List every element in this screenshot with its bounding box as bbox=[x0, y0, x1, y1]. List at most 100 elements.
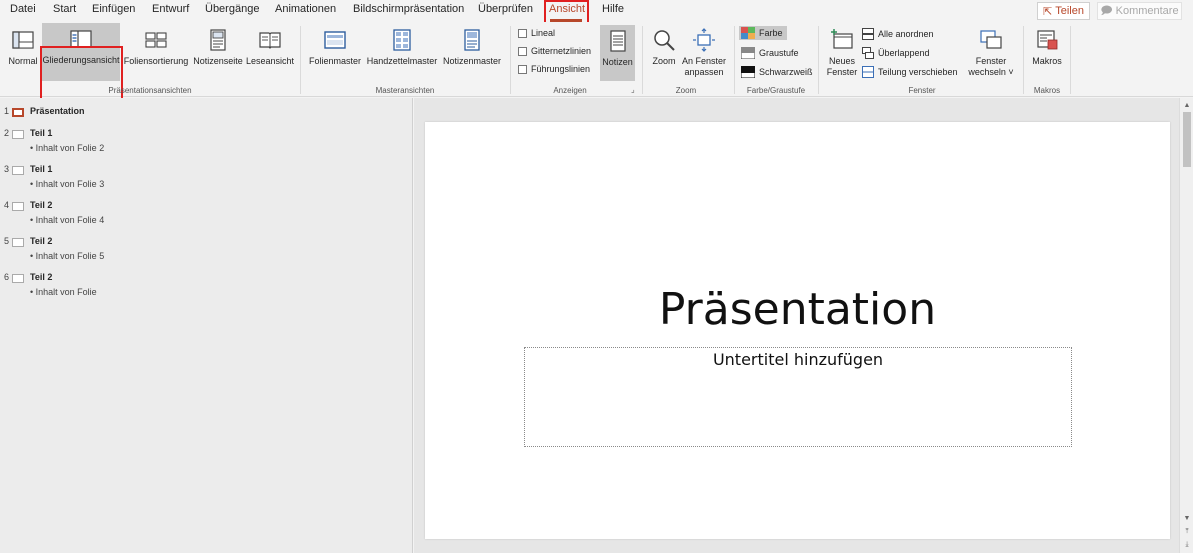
group-label-zoom: Zoom bbox=[675, 86, 697, 95]
outline-bullet[interactable]: • Inhalt von Folie bbox=[30, 287, 97, 297]
notes-master-button[interactable]: Notizenmaster bbox=[441, 24, 503, 67]
switch-window-icon bbox=[980, 30, 1002, 49]
tab-entwurf[interactable]: Entwurf bbox=[152, 3, 189, 15]
outline-slide-title[interactable]: Teil 2 bbox=[30, 272, 52, 282]
gridlines-checkbox[interactable]: Gitternetzlinien bbox=[518, 46, 591, 56]
guides-checkbox-box[interactable] bbox=[518, 64, 527, 74]
tab-start[interactable]: Start bbox=[53, 3, 76, 15]
outline-bullet[interactable]: • Inhalt von Folie 5 bbox=[30, 251, 104, 261]
move-split-button[interactable]: Teilung verschieben bbox=[862, 66, 958, 78]
outline-slide-number: 5 bbox=[4, 236, 10, 246]
gridlines-label: Gitternetzlinien bbox=[531, 46, 592, 56]
guides-checkbox[interactable]: Führungslinien bbox=[518, 64, 590, 74]
reading-view-label: Leseansicht bbox=[245, 56, 295, 66]
ribbon: Normal Gliederungsansicht Foliensortieru… bbox=[0, 22, 1193, 104]
macros-icon bbox=[1037, 30, 1058, 50]
normal-view-button[interactable]: Normal bbox=[6, 24, 40, 67]
ribbon-separator bbox=[1070, 26, 1071, 94]
slide-master-label: Folienmaster bbox=[308, 56, 362, 66]
normal-view-icon bbox=[12, 31, 34, 49]
outline-slide-number: 1 bbox=[4, 106, 10, 116]
reading-view-icon bbox=[259, 32, 281, 49]
macros-label: Makros bbox=[1032, 56, 1062, 66]
macros-button[interactable]: Makros bbox=[1030, 24, 1064, 67]
notes-icon bbox=[609, 30, 626, 52]
notes-page-button[interactable]: Notizenseite bbox=[192, 24, 244, 67]
scroll-down-icon[interactable]: ▼ bbox=[1180, 513, 1193, 525]
share-button[interactable]: ⇱ Teilen bbox=[1037, 2, 1090, 20]
outline-bullet[interactable]: • Inhalt von Folie 3 bbox=[30, 179, 104, 189]
slide-master-button[interactable]: Folienmaster bbox=[307, 24, 363, 67]
fit-to-window-button[interactable]: An Fenster anpassen bbox=[681, 24, 727, 78]
notes-button[interactable]: Notizen bbox=[600, 25, 635, 81]
slide-thumbnail-icon bbox=[12, 202, 24, 211]
tab-hilfe[interactable]: Hilfe bbox=[602, 3, 624, 15]
subtitle-placeholder[interactable]: Untertitel hinzufügen bbox=[524, 347, 1072, 447]
scrollbar-thumb[interactable] bbox=[1183, 112, 1191, 167]
tab-ueberpruefen[interactable]: Überprüfen bbox=[478, 3, 533, 15]
switch-window-label-1: Fenster bbox=[975, 56, 1007, 66]
next-slide-icon[interactable]: ⤓ bbox=[1180, 539, 1193, 551]
group-label-macros: Makros bbox=[1033, 86, 1061, 95]
outline-slide-title[interactable]: Teil 2 bbox=[30, 200, 52, 210]
color-label: Farbe bbox=[759, 28, 783, 38]
highlight-box-ansicht bbox=[544, 0, 589, 24]
outline-slide-title[interactable]: Teil 1 bbox=[30, 164, 52, 174]
subtitle-placeholder-text: Untertitel hinzufügen bbox=[712, 350, 884, 369]
grayscale-option[interactable]: Graustufe bbox=[741, 47, 799, 59]
fit-to-window-label-2: anpassen bbox=[684, 67, 724, 77]
tab-animationen[interactable]: Animationen bbox=[275, 3, 336, 15]
tab-einfuegen[interactable]: Einfügen bbox=[92, 3, 135, 15]
ribbon-separator bbox=[642, 26, 643, 94]
slide-sorter-icon bbox=[145, 32, 167, 48]
arrange-all-button[interactable]: Alle anordnen bbox=[862, 28, 934, 40]
black-white-option[interactable]: Schwarzweiß bbox=[741, 66, 813, 78]
slide-workspace: Präsentation Untertitel hinzufügen bbox=[414, 98, 1179, 553]
fit-to-window-icon bbox=[693, 28, 715, 52]
slide-title[interactable]: Präsentation bbox=[425, 284, 1170, 335]
comments-button[interactable]: 🗩 Kommentare bbox=[1097, 2, 1182, 20]
tab-uebergaenge[interactable]: Übergänge bbox=[205, 3, 259, 15]
cascade-label: Überlappend bbox=[878, 48, 930, 58]
new-window-label-1: Neues bbox=[828, 56, 855, 66]
ruler-label: Lineal bbox=[531, 28, 556, 38]
tab-bildschirmpraesentation[interactable]: Bildschirmpräsentation bbox=[353, 3, 464, 15]
highlight-box-outline-view bbox=[40, 46, 123, 104]
ruler-checkbox-box[interactable] bbox=[518, 28, 527, 38]
gridlines-checkbox-box[interactable] bbox=[518, 46, 527, 56]
color-option[interactable]: Farbe bbox=[739, 26, 787, 40]
reading-view-button[interactable]: Leseansicht bbox=[246, 24, 294, 67]
outline-slide-title[interactable]: Teil 1 bbox=[30, 128, 52, 138]
outline-bullet[interactable]: • Inhalt von Folie 4 bbox=[30, 215, 104, 225]
scroll-up-icon[interactable]: ▲ bbox=[1180, 100, 1193, 112]
notes-page-label: Notizenseite bbox=[193, 56, 243, 66]
share-icon: ⇱ bbox=[1043, 5, 1053, 18]
slide-thumbnail-icon bbox=[12, 166, 24, 175]
slide-canvas[interactable]: Präsentation Untertitel hinzufügen bbox=[425, 122, 1170, 539]
zoom-label: Zoom bbox=[652, 56, 676, 66]
outline-slide-number: 6 bbox=[4, 272, 10, 282]
handout-master-button[interactable]: Handzettelmaster bbox=[365, 24, 439, 67]
cascade-button[interactable]: Überlappend bbox=[862, 47, 930, 59]
group-label-presentation-views: Präsentationsansichten bbox=[108, 86, 192, 95]
outline-pane[interactable]: 1 Präsentation 2 Teil 1 • Inhalt von Fol… bbox=[0, 98, 413, 553]
ribbon-separator bbox=[510, 26, 511, 94]
dialog-launcher-icon[interactable]: ⌟ bbox=[631, 85, 635, 94]
guides-label: Führungslinien bbox=[531, 64, 591, 74]
new-window-button[interactable]: Neues Fenster bbox=[825, 24, 859, 78]
arrange-all-label: Alle anordnen bbox=[878, 29, 934, 39]
move-split-label: Teilung verschieben bbox=[878, 67, 958, 77]
slide-sorter-button[interactable]: Foliensortierung bbox=[123, 24, 189, 67]
notes-master-label: Notizenmaster bbox=[442, 56, 502, 66]
outline-slide-title[interactable]: Teil 2 bbox=[30, 236, 52, 246]
previous-slide-icon[interactable]: ⤒ bbox=[1180, 526, 1193, 538]
outline-bullet[interactable]: • Inhalt von Folie 2 bbox=[30, 143, 104, 153]
tab-datei[interactable]: Datei bbox=[10, 3, 36, 15]
ruler-checkbox[interactable]: Lineal bbox=[518, 28, 555, 38]
vertical-scrollbar[interactable]: ▲ ▼ ⤒ ⤓ bbox=[1179, 98, 1193, 553]
slide-thumbnail-icon bbox=[12, 130, 24, 139]
outline-slide-title[interactable]: Präsentation bbox=[30, 106, 85, 116]
zoom-button[interactable]: Zoom bbox=[650, 24, 678, 67]
normal-view-label: Normal bbox=[8, 56, 38, 66]
switch-window-button[interactable]: Fenster wechseln ˅ bbox=[968, 24, 1014, 78]
